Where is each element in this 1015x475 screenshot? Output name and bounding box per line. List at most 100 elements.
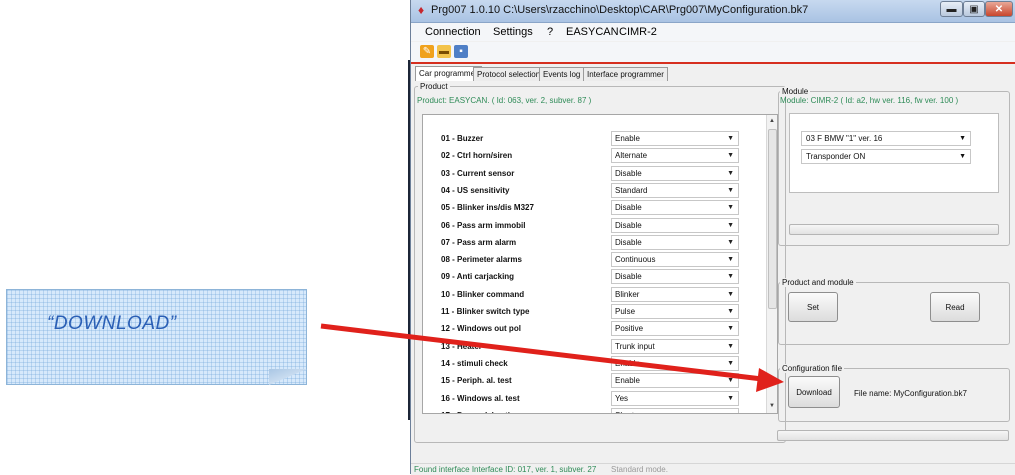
parameter-select[interactable]: Disable ▼ [611,165,739,181]
parameter-row: 13 - Heater Trunk input ▼ [423,338,763,356]
scroll-down-icon[interactable]: ▼ [769,403,775,409]
parameter-row: 11 - Blinker switch type Pulse ▼ [423,304,763,321]
list-scrollbar[interactable]: ▲ ▼ [766,115,777,413]
parameter-select[interactable]: Trunk input ▼ [611,338,739,354]
transponder-select-value: Transponder ON [806,152,866,161]
chevron-down-icon: ▼ [727,256,734,264]
parameter-value: Trunk input [615,341,655,351]
parameter-select[interactable]: Enable ▼ [611,355,739,371]
tab-protocol-selection[interactable]: Protocol selection [473,67,545,81]
parameter-label: 04 - US sensitivity [441,185,510,195]
configuration-file-label: Configuration file [780,364,845,373]
chevron-down-icon: ▼ [727,359,734,367]
parameter-label: 11 - Blinker switch type [441,307,530,316]
parameter-row: 14 - stimuli check Enable ▼ [423,355,763,373]
parameter-value: Continuous [615,255,656,265]
module-progress-bar [789,224,999,235]
parameter-row: 06 - Pass arm immobil Disable ▼ [423,217,763,235]
parameter-select[interactable]: Disable ▼ [611,217,739,233]
parameter-select[interactable]: Pulse ▼ [611,304,739,319]
menu-easycan[interactable]: EASYCAN [566,26,619,38]
parameter-row: 07 - Pass arm alarm Disable ▼ [423,234,763,252]
read-button[interactable]: Read [930,292,980,322]
product-and-module-label: Product and module [780,278,856,287]
new-config-icon[interactable]: ✎ [420,45,434,58]
tab-car-programmer[interactable]: Car programmer [415,66,482,81]
chevron-down-icon: ▼ [727,409,734,413]
chevron-down-icon: ▼ [727,186,734,194]
parameter-select[interactable]: Alternate ▼ [611,148,739,164]
parameter-value: Standard [615,185,648,195]
vehicle-select[interactable]: 03 F BMW "1" ver. 16 ▼ [801,131,971,146]
tab-events-log[interactable]: Events log [539,67,585,81]
parameter-select[interactable]: Yes ▼ [611,390,739,406]
parameter-label: 02 - Ctrl horn/siren [441,151,513,161]
module-info: Module: CIMR-2 ( Id: a2, hw ver. 116, fw… [780,96,959,105]
menu-cimr2[interactable]: CIMR-2 [619,26,657,38]
parameter-value: Positive [615,324,644,334]
parameter-select[interactable]: Disable ▼ [611,200,739,216]
minimize-button[interactable]: ▬ [940,1,963,17]
parameter-label: 13 - Heater [441,341,482,351]
parameter-label: 12 - Windows out pol [441,324,521,334]
parameter-label: 17 - Doors delay time [441,411,521,413]
parameter-select[interactable]: Short ▼ [611,407,739,413]
set-button[interactable]: Set [788,292,838,322]
status-mode: Standard mode. [611,465,668,474]
parameter-value: Yes [615,393,629,403]
vehicle-select-value: 03 F BMW "1" ver. 16 [806,134,883,143]
close-button[interactable]: ✕ [985,1,1013,17]
parameter-select[interactable]: Disable ▼ [611,234,739,250]
save-icon[interactable]: ▪ [454,45,468,58]
file-name-label: File name: MyConfiguration.bk7 [854,389,967,398]
app-window: ♦ Prg007 1.0.10 C:\Users\rzacchino\Deskt… [410,0,1015,475]
menu-help[interactable]: ? [547,26,553,38]
product-info: Product: EASYCAN. ( Id: 063, ver. 2, sub… [417,96,592,105]
scroll-thumb[interactable] [768,129,777,309]
parameter-value: Disable [615,203,642,213]
parameter-select[interactable]: Continuous ▼ [611,252,739,268]
parameter-row: 16 - Windows al. test Yes ▼ [423,390,763,408]
parameter-label: 06 - Pass arm immobil [441,220,526,230]
note-text: “DOWNLOAD” [47,313,177,334]
chevron-down-icon: ▼ [727,152,734,160]
title-bar[interactable]: ♦ Prg007 1.0.10 C:\Users\rzacchino\Deskt… [411,0,1015,23]
product-panel-label: Product [418,82,450,91]
parameter-row: 01 - Buzzer Enable ▼ [423,131,763,148]
parameter-value: Enable [615,358,640,368]
parameter-value: Enable [615,376,640,386]
parameter-row: 09 - Anti carjacking Disable ▼ [423,269,763,286]
parameter-value: Alternate [615,151,648,161]
parameter-label: 16 - Windows al. test [441,393,520,403]
chevron-down-icon: ▼ [727,290,734,298]
parameter-select[interactable]: Standard ▼ [611,182,739,198]
maximize-button[interactable]: ▣ [963,1,985,17]
parameter-label: 05 - Blinker ins/dis M327 [441,203,534,213]
parameter-select[interactable]: Positive ▼ [611,321,739,337]
parameter-label: 15 - Periph. al. test [441,376,512,386]
chevron-down-icon: ▼ [727,377,734,385]
parameter-row: 04 - US sensitivity Standard ▼ [423,182,763,200]
download-button[interactable]: Download [788,376,840,408]
menu-settings[interactable]: Settings [493,26,533,38]
parameter-label: 10 - Blinker command [441,289,525,299]
parameter-row: 15 - Periph. al. test Enable ▼ [423,373,763,390]
download-progress-bar [777,430,1009,441]
app-logo-icon: ♦ [417,3,425,17]
tab-interface-programmer[interactable]: Interface programmer [583,67,668,81]
parameter-select[interactable]: Disable ▼ [611,269,739,285]
parameter-row: 12 - Windows out pol Positive ▼ [423,321,763,338]
chevron-down-icon: ▼ [727,394,734,402]
scroll-up-icon[interactable]: ▲ [769,118,775,124]
parameter-row: 03 - Current sensor Disable ▼ [423,165,763,183]
menu-connection[interactable]: Connection [425,26,481,38]
chevron-down-icon: ▼ [727,204,734,212]
chevron-down-icon: ▼ [727,221,734,229]
parameter-select[interactable]: Blinker ▼ [611,286,739,302]
parameter-value: Short [615,411,634,413]
toolbar: ✎ ▬ ▪ [411,42,1015,64]
parameter-select[interactable]: Enable ▼ [611,373,739,389]
parameter-select[interactable]: Enable ▼ [611,131,739,146]
transponder-select[interactable]: Transponder ON ▼ [801,149,971,164]
open-folder-icon[interactable]: ▬ [437,45,451,58]
